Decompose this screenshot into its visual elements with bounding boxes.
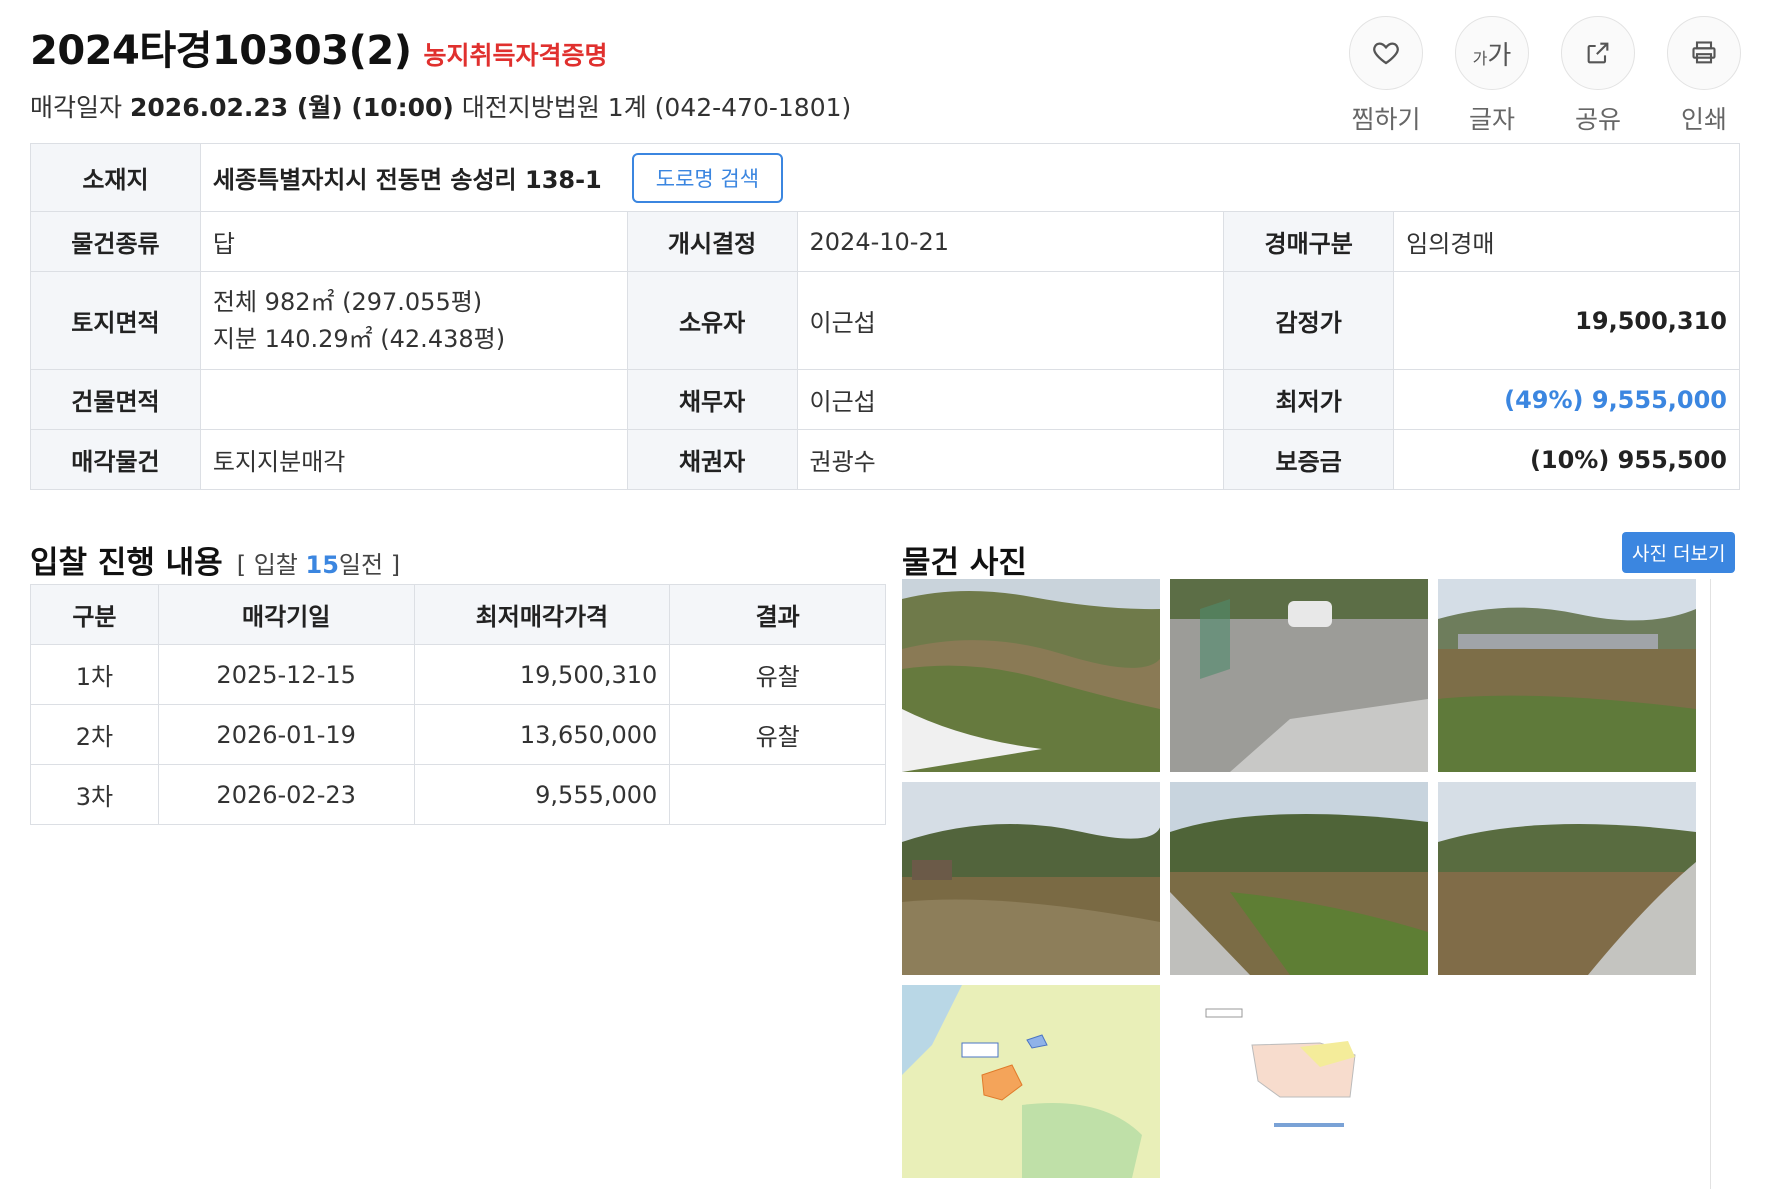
property-info-table: 소재지 세종특별자치시 전동면 송성리 138-1 도로명 검색 물건종류 답 … xyxy=(30,143,1741,490)
round-cell: 1차 xyxy=(30,644,159,705)
heart-icon xyxy=(1349,16,1423,90)
land-area-share: 지분 140.29㎡ (42.438평) xyxy=(212,324,506,353)
debtor-label: 채무자 xyxy=(626,369,798,430)
column-min-price: 최저매각가격 xyxy=(413,584,671,645)
price-cell: 19,500,310 xyxy=(413,644,671,705)
sale-date-label: 매각일자 xyxy=(30,93,123,122)
type-value: 답 xyxy=(199,211,628,272)
photo-gallery xyxy=(902,579,1738,1189)
auction-type-label: 경매구분 xyxy=(1223,211,1395,272)
photo-section-title: 물건 사진 xyxy=(902,545,1027,581)
round-cell: 2차 xyxy=(30,704,159,765)
debtor-value: 이근섭 xyxy=(796,369,1225,430)
photo-thumbnail[interactable] xyxy=(902,782,1160,975)
bid-days-left: 15 xyxy=(305,551,339,579)
photo-thumbnail[interactable] xyxy=(1170,579,1428,772)
photo-thumbnail[interactable] xyxy=(1438,782,1696,975)
auction-type-value: 임의경매 xyxy=(1393,211,1740,272)
appraisal-value: 19,500,310 xyxy=(1393,271,1740,370)
photo-thumbnail[interactable] xyxy=(1438,579,1696,772)
favorite-button[interactable]: 찜하기 xyxy=(1348,16,1424,136)
location-value: 세종특별자치시 전동면 송성리 138-1 xyxy=(212,166,602,194)
price-cell: 13,650,000 xyxy=(413,704,671,765)
font-size-label: 글자 xyxy=(1468,105,1515,134)
sale-item-label: 매각물건 xyxy=(30,429,201,490)
more-photos-button[interactable]: 사진 더보기 xyxy=(1622,532,1736,573)
appraisal-label: 감정가 xyxy=(1223,271,1395,370)
owner-value: 이근섭 xyxy=(796,271,1225,370)
map-thumbnail[interactable] xyxy=(902,985,1160,1178)
road-name-search-button[interactable]: 도로명 검색 xyxy=(631,152,784,203)
min-price-value: (49%) 9,555,000 xyxy=(1393,369,1740,430)
farmland-certificate-tag: 농지취득자격증명 xyxy=(423,41,608,70)
print-icon xyxy=(1667,16,1741,90)
print-button[interactable]: 인쇄 xyxy=(1666,16,1742,136)
column-date: 매각기일 xyxy=(157,584,415,645)
share-label: 공유 xyxy=(1574,105,1621,134)
date-cell: 2026-02-23 xyxy=(157,764,415,825)
land-area-value: 전체 982㎡ (297.055평) 지분 140.29㎡ (42.438평) xyxy=(199,271,628,370)
date-cell: 2025-12-15 xyxy=(157,644,415,705)
bid-section-header: 입찰 진행 내용 [ 입찰 15일전 ] xyxy=(30,537,400,582)
result-cell: 유찰 xyxy=(669,644,886,705)
result-cell: 유찰 xyxy=(669,704,886,765)
action-bar: 찜하기 가가 글자 공유 인쇄 xyxy=(1348,16,1742,136)
result-cell xyxy=(669,764,886,825)
bid-table-header: 구분 매각기일 최저매각가격 결과 xyxy=(30,584,886,645)
land-area-total: 전체 982㎡ (297.055평) xyxy=(212,287,483,316)
favorite-label: 찜하기 xyxy=(1351,105,1421,134)
table-row: 2차 2026-01-19 13,650,000 유찰 xyxy=(30,704,886,765)
date-cell: 2026-01-19 xyxy=(157,704,415,765)
share-icon xyxy=(1561,16,1635,90)
print-label: 인쇄 xyxy=(1680,105,1727,134)
round-cell: 3차 xyxy=(30,764,159,825)
price-cell: 9,555,000 xyxy=(413,764,671,825)
share-button[interactable]: 공유 xyxy=(1560,16,1636,136)
table-row: 3차 2026-02-23 9,555,000 xyxy=(30,764,886,825)
photo-thumbnail[interactable] xyxy=(902,579,1160,772)
type-label: 물건종류 xyxy=(30,211,201,272)
min-price-label: 최저가 xyxy=(1223,369,1395,430)
creditor-value: 권광수 xyxy=(796,429,1225,490)
bid-table: 구분 매각기일 최저매각가격 결과 1차 2025-12-15 19,500,3… xyxy=(30,584,886,825)
deposit-label: 보증금 xyxy=(1223,429,1395,490)
gallery-scrollbar[interactable] xyxy=(1710,579,1738,1189)
font-size-icon: 가가 xyxy=(1455,16,1529,90)
map-thumbnail[interactable] xyxy=(1170,985,1428,1178)
table-row: 1차 2025-12-15 19,500,310 유찰 xyxy=(30,644,886,705)
column-result: 결과 xyxy=(669,584,886,645)
page-header: 2024타경10303(2) 농지취득자격증명 매각일자 2026.02.23 … xyxy=(30,18,851,124)
court-info: 대전지방법원 1계 (042-470-1801) xyxy=(461,93,852,122)
font-size-button[interactable]: 가가 글자 xyxy=(1454,16,1530,136)
bid-section-title: 입찰 진행 내용 xyxy=(30,545,223,581)
building-area-value xyxy=(199,369,628,430)
sale-info: 매각일자 2026.02.23 (월) (10:00) 대전지방법원 1계 (0… xyxy=(30,88,851,124)
location-cell: 세종특별자치시 전동면 송성리 138-1 도로명 검색 xyxy=(199,143,1741,212)
start-label: 개시결정 xyxy=(626,211,798,272)
owner-label: 소유자 xyxy=(626,271,798,370)
column-round: 구분 xyxy=(30,584,159,645)
creditor-label: 채권자 xyxy=(626,429,798,490)
photo-thumbnail[interactable] xyxy=(1170,782,1428,975)
start-value: 2024-10-21 xyxy=(796,211,1225,272)
bid-countdown: [ 입찰 15일전 ] xyxy=(236,551,401,579)
location-label: 소재지 xyxy=(30,143,201,212)
sale-item-value: 토지지분매각 xyxy=(199,429,628,490)
sale-datetime: 2026.02.23 (월) (10:00) xyxy=(130,93,454,122)
building-area-label: 건물면적 xyxy=(30,369,201,430)
deposit-value: (10%) 955,500 xyxy=(1393,429,1740,490)
case-number: 2024타경10303(2) xyxy=(30,28,412,74)
land-area-label: 토지면적 xyxy=(30,271,201,370)
